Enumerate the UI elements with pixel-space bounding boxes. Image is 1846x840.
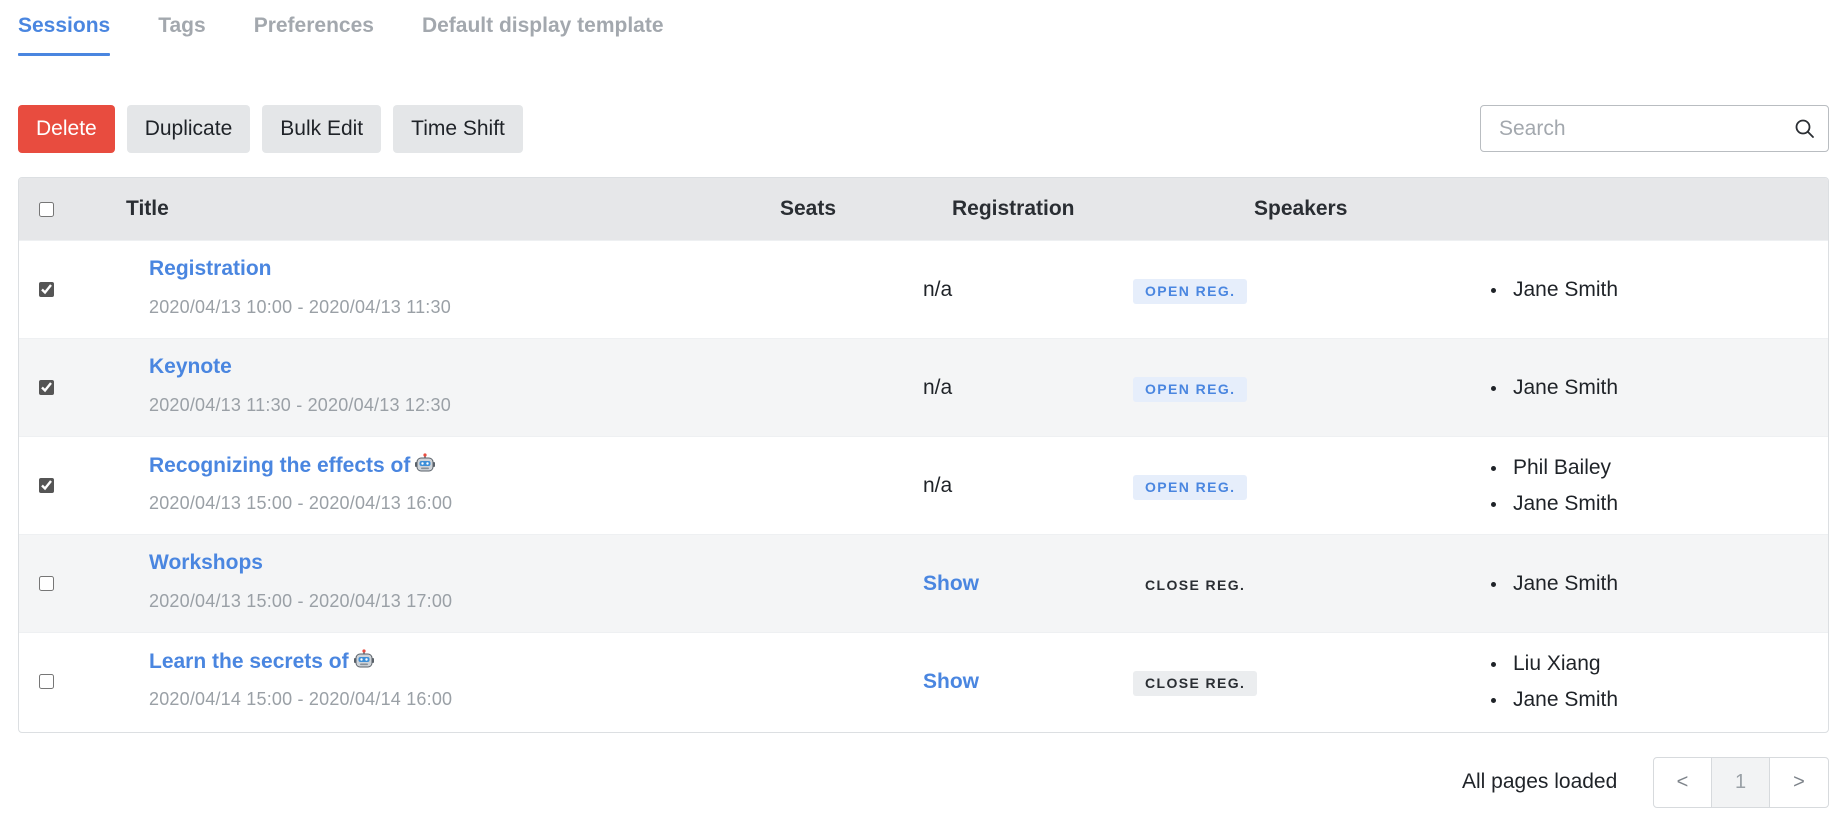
session-time: 2020/04/14 15:00 - 2020/04/14 16:00 bbox=[149, 689, 453, 709]
speaker-name: Liu Xiang bbox=[1489, 646, 1618, 682]
column-header-seats[interactable]: Seats bbox=[780, 178, 836, 240]
select-all-checkbox[interactable] bbox=[39, 202, 54, 217]
speaker-name: Jane Smith bbox=[1489, 486, 1618, 522]
seats-show-link[interactable]: Show bbox=[923, 670, 979, 694]
registration-badge: OPEN REG. bbox=[1133, 377, 1248, 402]
robot-icon bbox=[353, 649, 374, 668]
duplicate-button[interactable]: Duplicate bbox=[126, 105, 251, 153]
speaker-name: Jane Smith bbox=[1489, 682, 1618, 718]
session-title[interactable]: Keynote bbox=[149, 355, 232, 378]
action-toolbar: Delete Duplicate Bulk Edit Time Shift bbox=[18, 105, 523, 153]
registration-badge: OPEN REG. bbox=[1133, 279, 1248, 304]
prev-page-button[interactable]: < bbox=[1654, 758, 1712, 807]
pagination: < 1 > bbox=[1653, 757, 1829, 808]
seats-value: n/a bbox=[923, 376, 953, 399]
session-title-link[interactable]: Keynote bbox=[149, 355, 232, 379]
time-shift-button[interactable]: Time Shift bbox=[393, 105, 523, 153]
delete-button[interactable]: Delete bbox=[18, 105, 115, 153]
tab-preferences[interactable]: Preferences bbox=[254, 0, 374, 56]
table-row: Workshops 2020/04/13 15:00 - 2020/04/13 1… bbox=[19, 534, 1828, 632]
speakers-list: Jane Smith bbox=[1489, 370, 1618, 406]
session-time: 2020/04/13 10:00 - 2020/04/13 11:30 bbox=[149, 297, 451, 317]
robot-icon bbox=[415, 453, 436, 472]
session-title[interactable]: Registration bbox=[149, 257, 272, 280]
tab-tags[interactable]: Tags bbox=[158, 0, 205, 56]
next-page-button[interactable]: > bbox=[1770, 758, 1828, 807]
speaker-name: Jane Smith bbox=[1489, 566, 1618, 602]
session-title-link[interactable]: Recognizing the effects of bbox=[149, 453, 436, 478]
sessions-table: Title Seats Registration Speakers Regist… bbox=[18, 177, 1829, 733]
column-header-title[interactable]: Title bbox=[126, 178, 169, 240]
seats-show-link[interactable]: Show bbox=[923, 572, 979, 596]
search-icon[interactable] bbox=[1794, 118, 1816, 140]
row-checkbox[interactable] bbox=[39, 674, 54, 689]
speaker-name: Jane Smith bbox=[1489, 370, 1618, 406]
speaker-name: Phil Bailey bbox=[1489, 450, 1618, 486]
table-row: Keynote 2020/04/13 11:30 - 2020/04/13 12:… bbox=[19, 338, 1828, 436]
registration-badge: CLOSE REG. bbox=[1133, 671, 1258, 696]
session-time: 2020/04/13 15:00 - 2020/04/13 16:00 bbox=[149, 493, 453, 513]
pagination-status: All pages loaded bbox=[1462, 770, 1618, 793]
page-number-button[interactable]: 1 bbox=[1712, 758, 1770, 807]
speakers-list: Jane Smith bbox=[1489, 566, 1618, 602]
seats-value: n/a bbox=[923, 474, 953, 497]
table-row: Learn the secrets of 2020/04/14 15:00 - 2… bbox=[19, 632, 1828, 730]
row-checkbox[interactable] bbox=[39, 478, 54, 493]
tab-bar: Sessions Tags Preferences Default displa… bbox=[18, 0, 664, 56]
session-title-link[interactable]: Registration bbox=[149, 257, 272, 281]
session-time: 2020/04/13 15:00 - 2020/04/13 17:00 bbox=[149, 591, 453, 611]
speakers-list: Liu Xiang Jane Smith bbox=[1489, 646, 1618, 718]
session-title-link[interactable]: Learn the secrets of bbox=[149, 649, 375, 674]
registration-badge: OPEN REG. bbox=[1133, 475, 1248, 500]
session-title-link[interactable]: Workshops bbox=[149, 551, 263, 575]
row-checkbox[interactable] bbox=[39, 576, 54, 591]
row-checkbox[interactable] bbox=[39, 282, 54, 297]
session-time: 2020/04/13 11:30 - 2020/04/13 12:30 bbox=[149, 395, 451, 415]
seats-value: n/a bbox=[923, 278, 953, 301]
session-title[interactable]: Learn the secrets of bbox=[149, 650, 349, 673]
session-title[interactable]: Recognizing the effects of bbox=[149, 454, 410, 477]
table-row: Recognizing the effects of 2020/04/13 15:… bbox=[19, 436, 1828, 534]
speaker-name: Jane Smith bbox=[1489, 272, 1618, 308]
tab-sessions[interactable]: Sessions bbox=[18, 0, 111, 56]
session-title[interactable]: Workshops bbox=[149, 551, 263, 574]
speakers-list: Jane Smith bbox=[1489, 272, 1618, 308]
registration-badge: CLOSE REG. bbox=[1145, 577, 1246, 593]
table-header: Title Seats Registration Speakers bbox=[19, 178, 1828, 240]
column-header-registration[interactable]: Registration bbox=[952, 178, 1075, 240]
bulk-edit-button[interactable]: Bulk Edit bbox=[262, 105, 382, 153]
row-checkbox[interactable] bbox=[39, 380, 54, 395]
search-input[interactable] bbox=[1499, 106, 1789, 151]
column-header-speakers[interactable]: Speakers bbox=[1254, 178, 1347, 240]
search-box bbox=[1480, 105, 1829, 152]
speakers-list: Phil Bailey Jane Smith bbox=[1489, 450, 1618, 522]
table-row: Registration 2020/04/13 10:00 - 2020/04/1… bbox=[19, 240, 1828, 338]
tab-default-display-template[interactable]: Default display template bbox=[422, 0, 664, 56]
